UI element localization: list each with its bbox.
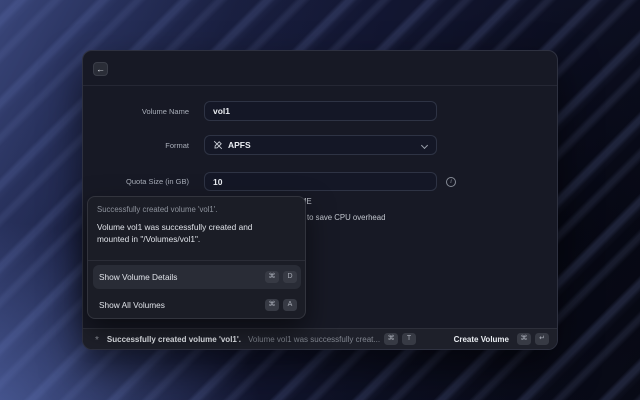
key-badge: A bbox=[283, 299, 297, 311]
notification-title: Successfully created volume 'vol1'. bbox=[97, 205, 217, 214]
volume-name-label: Volume Name bbox=[83, 107, 189, 116]
status-message: Successfully created volume 'vol1'. bbox=[107, 335, 241, 344]
format-selected-value: APFS bbox=[228, 140, 251, 150]
status-detail: Volume vol1 was successfully creat... bbox=[248, 335, 380, 344]
quota-input[interactable] bbox=[204, 172, 437, 191]
info-icon[interactable]: i bbox=[446, 177, 456, 187]
create-volume-label: Create Volume bbox=[454, 335, 509, 344]
dialog-header: ← bbox=[83, 51, 557, 86]
status-bar: * Successfully created volume 'vol1'. Vo… bbox=[83, 328, 557, 349]
notification-popup: Successfully created volume 'vol1'. Volu… bbox=[87, 196, 306, 319]
command-key-badge: ⌘ bbox=[265, 271, 279, 283]
popup-divider bbox=[88, 260, 305, 261]
menu-item-label: Show All Volumes bbox=[99, 300, 261, 310]
format-row: Format APFS bbox=[83, 135, 437, 155]
menu-item-label: Show Volume Details bbox=[99, 272, 261, 282]
menu-item-show-all-volumes[interactable]: Show All Volumes ⌘ A bbox=[93, 293, 301, 317]
quota-label: Quota Size (in GB) bbox=[83, 177, 189, 186]
chevron-down-icon bbox=[421, 142, 428, 149]
command-key-badge: ⌘ bbox=[265, 299, 279, 311]
status-asterisk-icon: * bbox=[95, 336, 99, 346]
create-volume-button[interactable]: Create Volume ⌘ ↵ bbox=[454, 333, 549, 345]
create-volume-dialog: ← Volume Name Format APFS Quota Size (in… bbox=[82, 50, 558, 350]
menu-item-show-volume-details[interactable]: Show Volume Details ⌘ D bbox=[93, 265, 301, 289]
format-label: Format bbox=[83, 141, 189, 150]
command-key-badge: ⌘ bbox=[384, 333, 398, 345]
back-arrow-icon: ← bbox=[96, 64, 105, 74]
key-badge: T bbox=[402, 333, 416, 345]
key-badge: D bbox=[283, 271, 297, 283]
format-select[interactable]: APFS bbox=[204, 135, 437, 155]
pencil-slash-icon bbox=[213, 140, 223, 150]
quota-row: Quota Size (in GB) i bbox=[83, 172, 456, 191]
notification-body: Volume vol1 was successfully created and… bbox=[97, 222, 279, 245]
return-key-badge: ↵ bbox=[535, 333, 549, 345]
volume-name-row: Volume Name bbox=[83, 101, 437, 121]
obscured-text-line2: to save CPU overhead bbox=[307, 213, 385, 222]
back-button[interactable]: ← bbox=[93, 62, 108, 76]
volume-name-input[interactable] bbox=[204, 101, 437, 121]
command-key-badge: ⌘ bbox=[517, 333, 531, 345]
